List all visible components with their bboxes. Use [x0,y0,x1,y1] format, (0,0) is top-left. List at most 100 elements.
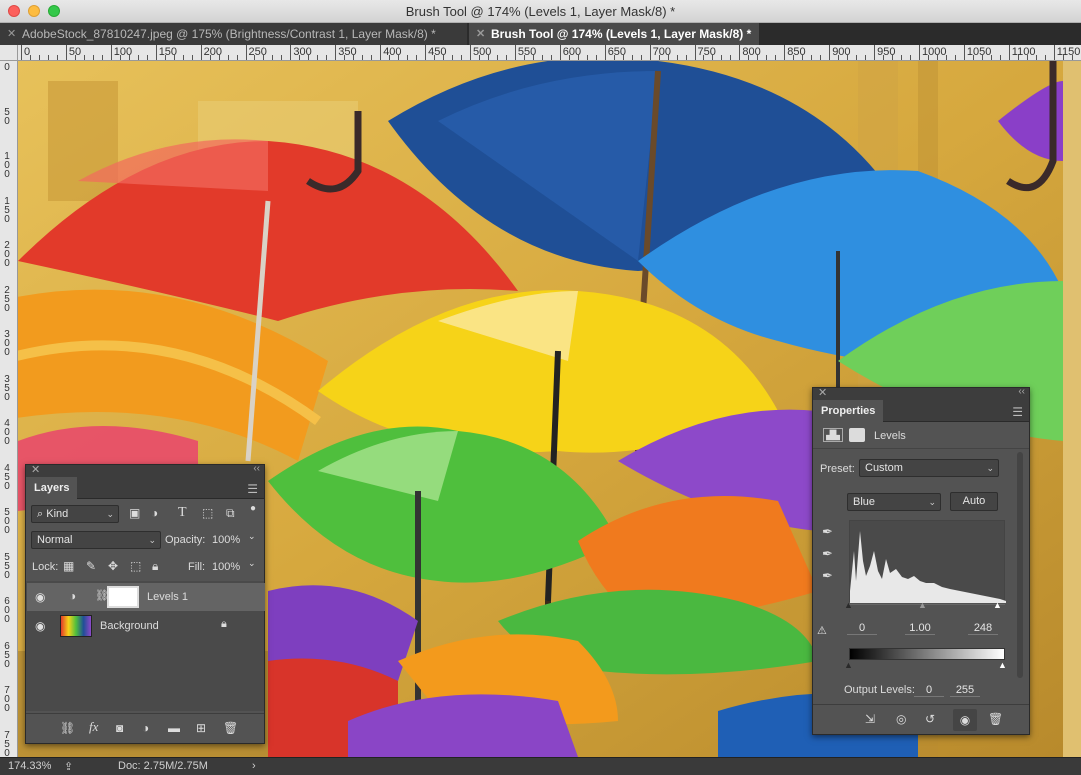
input-gamma-value[interactable]: 1.00 [905,622,935,635]
add-mask-icon[interactable]: ◙ [116,721,123,735]
ruler-tick [290,45,292,60]
new-layer-icon[interactable]: ⊞ [196,721,206,735]
ruler-tick [380,45,382,60]
ruler-minor-tick [209,55,211,60]
opacity-value[interactable]: 100% [212,534,240,546]
ruler-minor-tick [712,55,714,60]
document-tab-brush-tool[interactable]: ✕ Brush Tool @ 174% (Levels 1, Layer Mas… [469,23,759,45]
fx-icon[interactable]: fx [89,719,98,735]
close-tab-icon[interactable]: ✕ [7,23,16,45]
document-tab-adobestock[interactable]: ✕ AdobeStock_87810247.jpeg @ 175% (Brigh… [0,23,467,45]
levels-header: ▟▙ Levels [813,423,1029,449]
layer-row-levels[interactable]: ◉ ◑ ⛓ Levels 1 [27,583,265,611]
output-black-slider[interactable]: ▲ [844,660,853,670]
input-white-value[interactable]: 248 [968,622,998,635]
new-group-folder-icon[interactable]: ▬ [168,721,180,735]
vertical-scrollbar[interactable] [1063,61,1081,757]
view-previous-state-icon[interactable]: ◎ [896,712,906,726]
output-black-value[interactable]: 0 [914,684,944,697]
ruler-tick [694,45,696,60]
mask-icon[interactable] [849,428,865,442]
ruler-label: 650 [4,640,10,670]
input-black-value[interactable]: 0 [847,622,877,635]
vertical-ruler[interactable]: 0 50 100 150 200 250 300 350 400 450 500 550 600 650 7… [0,45,18,757]
lock-paint-icon[interactable]: ✎ [86,559,96,573]
panel-grip[interactable]: ✕ ‹‹ [813,386,1029,400]
lock-all-icon[interactable]: 🔒︎ [152,559,158,574]
filter-toggle-icon[interactable]: ● [250,503,256,514]
white-point-eyedropper-icon[interactable]: ✒ [822,568,833,584]
ruler-tick [559,45,561,60]
ruler-minor-tick [281,55,283,60]
clip-to-layer-icon[interactable]: ⇲ [865,712,875,726]
output-white-value[interactable]: 255 [950,684,980,697]
input-gamma-slider[interactable]: ▲ [918,600,927,610]
ruler-tick [65,45,67,60]
new-adjustment-icon[interactable]: ◑ [142,721,149,735]
input-black-slider[interactable]: ▲ [844,600,853,610]
collapse-panel-icon[interactable]: ‹‹ [253,463,260,474]
blend-mode-dropdown[interactable]: Normal ⌄ [31,531,161,549]
input-white-slider[interactable]: ▲ [993,600,1002,610]
trash-icon[interactable]: 🗑︎ [223,721,238,735]
histogram-graph [850,531,1006,603]
adjustment-name: Levels [874,430,906,442]
channel-dropdown[interactable]: Blue ⌄ [847,493,941,511]
export-icon[interactable]: ⇪ [64,760,73,773]
status-menu-arrow[interactable]: › [252,760,256,772]
zoom-level[interactable]: 174.33% [8,760,51,772]
smart-object-filter-icon[interactable]: ⧉ [226,506,235,521]
tab-properties[interactable]: Properties [813,400,884,422]
close-panel-icon[interactable]: ✕ [818,386,827,399]
filter-kind-dropdown[interactable]: ⌕ Kind ⌄ [31,505,119,523]
layer-row-background[interactable]: ◉ Background 🔒︎ [27,612,265,640]
lock-position-icon[interactable]: ✥ [108,559,118,573]
panel-menu-icon[interactable]: ☰ [1012,405,1023,419]
ruler-label: 50 [4,106,10,127]
ruler-minor-tick [577,55,579,60]
auto-button[interactable]: Auto [950,492,998,511]
ruler-minor-tick [954,55,956,60]
ruler-minor-tick [721,55,723,60]
collapse-panel-icon[interactable]: ‹‹ [1018,386,1025,397]
layer-mask-thumbnail[interactable] [107,586,139,608]
layer-list: ◉ ◑ ⛓ Levels 1 ◉ Background 🔒︎ [26,581,265,711]
histogram-icon[interactable]: ▟▙ [823,428,843,442]
ruler-minor-tick [487,55,489,60]
panel-grip[interactable]: ✕ ‹‹ [26,463,264,477]
image-filter-icon[interactable]: ▣ [129,506,140,520]
panel-menu-icon[interactable]: ☰ [247,482,258,496]
close-tab-icon[interactable]: ✕ [476,23,485,45]
chevron-down-icon[interactable]: ⌄ [248,558,256,569]
visibility-eye-icon[interactable]: ◉ [953,709,977,731]
type-filter-icon[interactable]: T [178,505,187,521]
clipping-warning-icon[interactable]: ⚠ [817,624,827,637]
tab-layers[interactable]: Layers [26,477,78,499]
gray-point-eyedropper-icon[interactable]: ✒ [822,546,833,562]
trash-icon[interactable]: 🗑︎ [988,712,1003,726]
adjustment-filter-icon[interactable]: ◑ [151,506,158,520]
ruler-origin[interactable] [0,45,18,61]
ruler-minor-tick [892,55,894,60]
reset-icon[interactable]: ↺ [925,712,935,726]
ruler-tick [963,45,965,60]
visibility-eye-icon[interactable]: ◉ [35,619,45,633]
shape-filter-icon[interactable]: ⬚ [202,506,213,520]
close-panel-icon[interactable]: ✕ [31,463,40,476]
visibility-eye-icon[interactable]: ◉ [35,590,45,604]
properties-scrollbar[interactable] [1017,452,1023,678]
adjustment-layer-icon: ◑ [69,589,77,603]
horizontal-ruler[interactable]: 0 50 100 150 200 250 300 350 400 450 500 550 600 650 7… [18,45,1081,61]
fill-value[interactable]: 100% [212,561,240,573]
lock-transparent-icon[interactable]: ▦ [63,559,74,573]
output-white-slider[interactable]: ▲ [998,660,1007,670]
chevron-down-icon[interactable]: ⌄ [248,531,256,542]
layer-name: Background [100,620,159,632]
preset-dropdown[interactable]: Custom ⌄ [859,459,999,477]
lock-artboard-icon[interactable]: ⬚ [130,559,141,573]
input-slider-track[interactable] [849,604,1005,605]
black-point-eyedropper-icon[interactable]: ✒ [822,524,833,540]
ruler-minor-tick [38,55,40,60]
ruler-minor-tick [1062,55,1064,60]
link-layers-icon[interactable]: ⛓ [60,721,75,735]
